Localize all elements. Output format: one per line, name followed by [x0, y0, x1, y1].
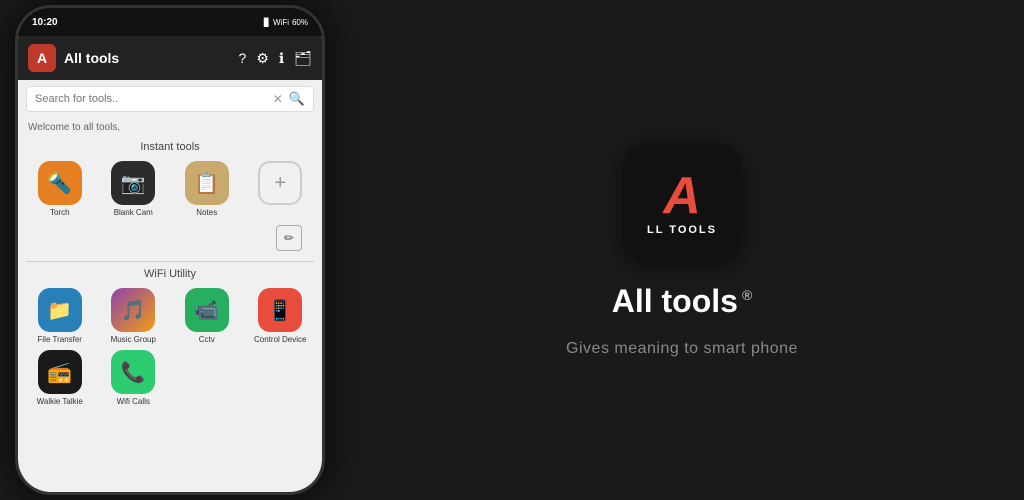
add-tool-item[interactable]: +	[247, 161, 315, 217]
list-item[interactable]: 📱 Control Device	[247, 288, 315, 344]
info-icon[interactable]: ℹ	[279, 50, 284, 67]
app-header: A All tools ? ⚙ ℹ 🗂	[18, 36, 322, 80]
notes-icon: 📋	[185, 161, 229, 205]
tool-label-cctv: Cctv	[199, 335, 215, 344]
list-item[interactable]: 📞 Wifi Calls	[100, 350, 168, 406]
tool-label-wificalls: Wifi Calls	[117, 397, 150, 406]
app-icon-subtext: LL TOOLS	[647, 224, 717, 236]
controldevice-icon: 📱	[258, 288, 302, 332]
notch-cutout	[140, 14, 200, 26]
add-tool-icon[interactable]: +	[258, 161, 302, 205]
search-submit-icon[interactable]: 🔍	[289, 91, 305, 107]
list-item[interactable]: 📹 Cctv	[173, 288, 241, 344]
tool-label-filetransfer: File Transfer	[38, 335, 82, 344]
app-icon-letter: A	[663, 170, 701, 222]
phone-body: 10:20 ▊ WiFi 60% A All tools ? ⚙ ℹ 🗂	[15, 5, 325, 495]
brand-panel: A LL TOOLS All tools ® Gives meaning to …	[340, 0, 1024, 500]
filetransfer-icon: 📁	[38, 288, 82, 332]
search-bar[interactable]: ✕ 🔍	[26, 86, 314, 112]
blankcam-icon: 📷	[111, 161, 155, 205]
phone-mockup: 10:20 ▊ WiFi 60% A All tools ? ⚙ ℹ 🗂	[0, 0, 340, 500]
signal-icon: ▊	[264, 18, 270, 27]
tool-label-torch: Torch	[50, 208, 70, 217]
tool-label-notes: Notes	[196, 208, 217, 217]
status-icons: ▊ WiFi 60%	[264, 18, 308, 27]
list-item[interactable]: 📋 Notes	[173, 161, 241, 217]
tool-label-controldevice: Control Device	[254, 335, 306, 344]
tool-label-musicgroup: Music Group	[111, 335, 156, 344]
app-name-text: All tools	[612, 283, 738, 320]
list-item[interactable]: 📁 File Transfer	[26, 288, 94, 344]
header-action-icons: ? ⚙ ℹ 🗂	[239, 50, 312, 67]
torch-icon: 🔦	[38, 161, 82, 205]
section-title-wifi: WiFi Utility	[18, 264, 322, 284]
list-item[interactable]: 📻 Walkie Talkie	[26, 350, 94, 406]
cctv-icon: 📹	[185, 288, 229, 332]
settings-icon[interactable]: ⚙	[256, 50, 269, 67]
search-input[interactable]	[35, 93, 273, 105]
edit-button[interactable]: ✏	[276, 225, 302, 251]
app-tagline: Gives meaning to smart phone	[566, 340, 798, 358]
phone-screen: A All tools ? ⚙ ℹ 🗂 ✕ 🔍 Welcome to all t…	[18, 36, 322, 492]
instant-tools-grid: 🔦 Torch 📷 Blank Cam 📋 Notes +	[18, 157, 322, 221]
wifi-tools-grid: 📁 File Transfer 🎵 Music Group 📹 Cctv 📱 C…	[18, 284, 322, 410]
wificalls-icon: 📞	[111, 350, 155, 394]
status-bar: 10:20 ▊ WiFi 60%	[18, 8, 322, 36]
search-clear-icon[interactable]: ✕	[273, 92, 283, 106]
walkietalkie-icon: 📻	[38, 350, 82, 394]
musicgroup-icon: 🎵	[111, 288, 155, 332]
folder-icon[interactable]: 🗂	[294, 50, 312, 67]
battery-text: 60%	[292, 18, 308, 27]
app-icon-large: A LL TOOLS	[622, 143, 742, 263]
registered-symbol: ®	[742, 287, 752, 303]
app-header-title: All tools	[64, 50, 231, 66]
list-item[interactable]: 🔦 Torch	[26, 161, 94, 217]
app-name-display: All tools ®	[612, 283, 753, 320]
status-time: 10:20	[32, 17, 58, 28]
app-logo: A	[28, 44, 56, 72]
help-icon[interactable]: ?	[239, 50, 247, 66]
section-divider	[26, 261, 314, 262]
tool-label-blankcam: Blank Cam	[114, 208, 153, 217]
section-title-instant: Instant tools	[18, 137, 322, 157]
list-item[interactable]: 🎵 Music Group	[100, 288, 168, 344]
list-item[interactable]: 📷 Blank Cam	[100, 161, 168, 217]
wifi-icon: WiFi	[273, 18, 289, 27]
welcome-text: Welcome to all tools,	[18, 118, 322, 137]
tool-label-walkietalkie: Walkie Talkie	[37, 397, 83, 406]
